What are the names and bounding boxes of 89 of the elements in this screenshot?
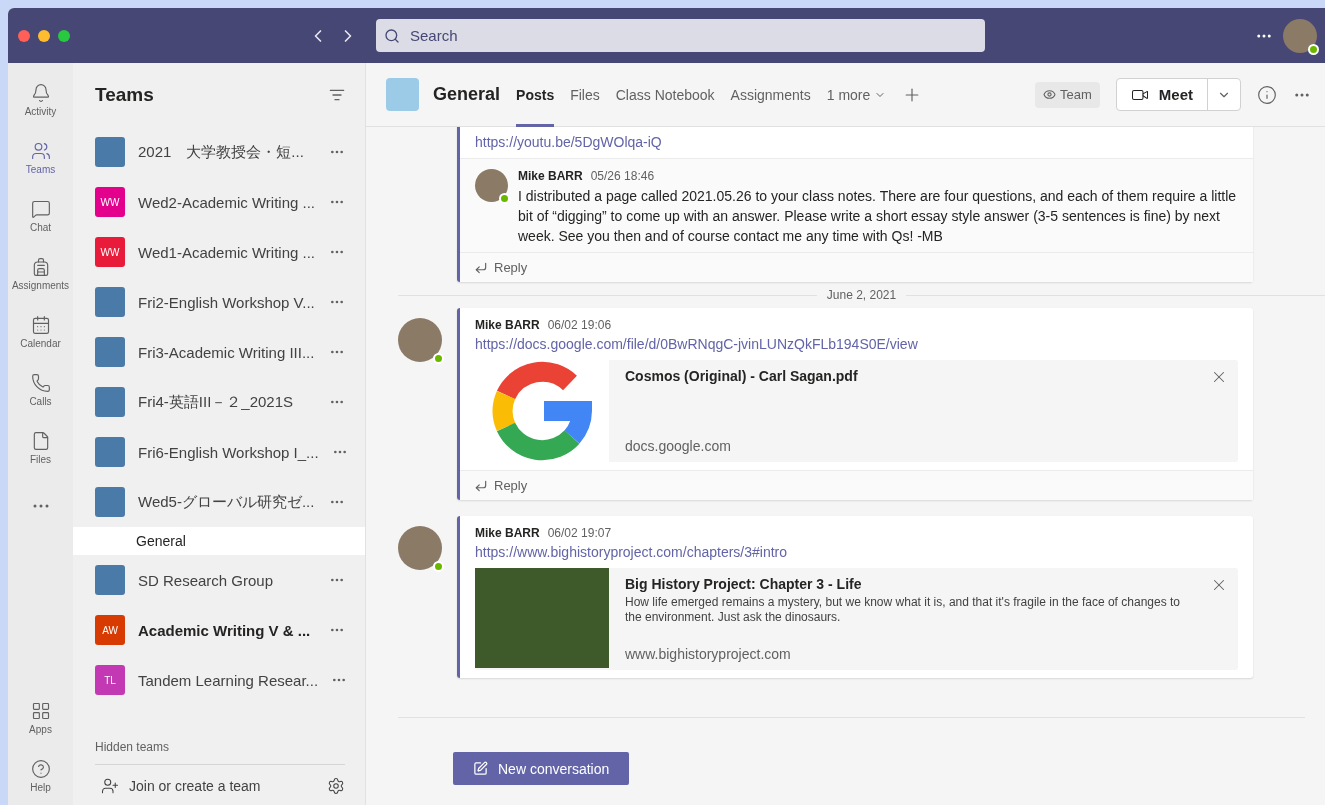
eye-icon <box>1043 88 1056 101</box>
rail-item[interactable]: Calendar <box>8 303 73 361</box>
rail-item[interactable]: Calls <box>8 361 73 419</box>
team-name[interactable]: 2021 大学教授会・短... <box>138 142 316 162</box>
phone-icon <box>30 373 51 393</box>
team-avatar: TL <box>95 665 125 695</box>
tab[interactable]: Class Notebook <box>615 62 715 127</box>
team-avatar: WW <box>95 237 125 267</box>
team-name[interactable]: Fri3-Academic Writing III... <box>138 343 316 361</box>
author-name: Mike BARR <box>475 318 540 332</box>
bell-icon <box>30 83 51 103</box>
message-text: I distributed a page called 2021.05.26 to your class notes. There are four questions, and each of them require a little bit of “digging” to come up with an answer. Please write a short essay style answer (3-5 sentences is fine) by next week. See you then and of course contact me any time with Qs! -MB <box>518 187 1238 246</box>
search-input[interactable]: Search <box>408 26 977 45</box>
avatar[interactable] <box>475 169 508 202</box>
avatar[interactable] <box>398 526 442 570</box>
channel-title: General <box>433 84 501 105</box>
team-picture <box>95 387 125 417</box>
team-avatar: WW <box>95 187 125 217</box>
reply-button[interactable]: Reply <box>460 252 1253 282</box>
team-name[interactable]: Wed5-グローバル研究ゼ... <box>138 492 316 512</box>
preview-description: How life emerged remains a mystery, but we know what it is, and that it's fragile in the face of changes to the environment. Just ask the dinosaurs. <box>625 595 1181 625</box>
new-conversation-button[interactable]: New conversation <box>453 752 630 785</box>
team-picture <box>95 337 125 367</box>
team-name[interactable]: Academic Writing V & ... <box>138 621 316 639</box>
calendar-icon <box>30 315 51 335</box>
tab[interactable]: 1 more <box>826 62 887 127</box>
settings-icon[interactable] <box>327 777 345 795</box>
author-name: Mike BARR <box>518 169 583 183</box>
link-preview[interactable]: Cosmos (Original) - Carl Sagan.pdf docs.google.com <box>475 360 1238 462</box>
add-people-icon <box>101 777 119 795</box>
rail-item[interactable]: Activity <box>8 71 73 129</box>
compose-icon <box>473 761 488 776</box>
reply-icon <box>474 478 488 493</box>
team-name[interactable]: Fri4-英語III－２_2021S <box>138 392 316 412</box>
join-team-link[interactable]: Join or create a team <box>129 778 317 794</box>
team-name[interactable]: Tandem Learning Resear... <box>138 671 319 689</box>
timestamp: 05/26 18:46 <box>590 169 655 183</box>
team-name[interactable]: Fri6-English Workshop I_... <box>138 443 319 461</box>
rail-item[interactable]: Apps <box>8 689 73 747</box>
preview-domain: docs.google.com <box>625 438 732 454</box>
avatar[interactable] <box>398 318 442 362</box>
team-button[interactable]: Team <box>1035 81 1100 108</box>
section-label: Hidden teams <box>95 740 345 765</box>
channel-item[interactable]: General <box>73 527 365 555</box>
preview-domain: www.bighistoryproject.com <box>625 646 792 662</box>
filter-icon[interactable] <box>329 87 345 103</box>
timestamp: 06/02 19:07 <box>547 526 612 540</box>
rail-item[interactable]: Teams <box>8 129 73 187</box>
search-icon <box>384 27 400 44</box>
team-avatar: AW <box>95 615 125 645</box>
search-field[interactable]: Search <box>376 19 985 52</box>
team-picture <box>95 137 125 167</box>
rail-item[interactable]: Help <box>8 747 73 805</box>
rail-item[interactable]: Assignments <box>8 245 73 303</box>
link-preview[interactable] <box>475 568 1238 670</box>
channel-picture <box>386 78 419 111</box>
team-name[interactable]: Wed1-Academic Writing ... <box>138 243 316 261</box>
tab[interactable]: Files <box>570 62 600 127</box>
link[interactable]: https://docs.google.com/file/d/0BwRNqgC-jvinLUNzQkFLb194S0E/view <box>475 336 1238 352</box>
author-name: Mike BARR <box>475 526 540 540</box>
panel-title: Teams <box>95 84 154 106</box>
link[interactable]: https://youtu.be/5DgWOlqa-iQ <box>475 134 1238 150</box>
rail-item[interactable]: Chat <box>8 187 73 245</box>
link[interactable]: https://www.bighistoryproject.com/chapters/3#intro <box>475 544 1238 560</box>
date-divider: June 2, 2021 <box>826 288 897 302</box>
rail-item[interactable]: Files <box>8 419 73 477</box>
zoom-window-icon[interactable] <box>58 29 70 42</box>
team-name[interactable]: Fri2-English Workshop V... <box>138 293 316 311</box>
timestamp: 06/02 19:06 <box>547 318 612 332</box>
team-picture <box>95 487 125 517</box>
avatar[interactable] <box>1283 18 1317 53</box>
chat-icon <box>30 199 51 219</box>
close-window-icon[interactable] <box>18 29 30 42</box>
team-picture <box>95 565 125 595</box>
preview-title: Big History Project: Chapter 3 - Life <box>625 576 863 592</box>
team-picture <box>95 287 125 317</box>
reply-button[interactable]: Reply <box>460 470 1253 500</box>
team-picture <box>95 437 125 467</box>
reply-icon <box>474 260 488 275</box>
team-name[interactable]: Wed2-Academic Writing ... <box>138 193 316 211</box>
help-icon <box>30 759 51 779</box>
team-name[interactable]: SD Research Group <box>138 571 316 589</box>
more-icon[interactable] <box>32 504 49 508</box>
preview-title: Cosmos (Original) - Carl Sagan.pdf <box>625 368 859 384</box>
minimize-window-icon[interactable] <box>38 29 50 42</box>
info-icon[interactable] <box>1257 84 1277 105</box>
tab[interactable]: Assignments <box>730 62 811 127</box>
people-icon <box>30 141 51 161</box>
apps-icon <box>30 701 51 721</box>
